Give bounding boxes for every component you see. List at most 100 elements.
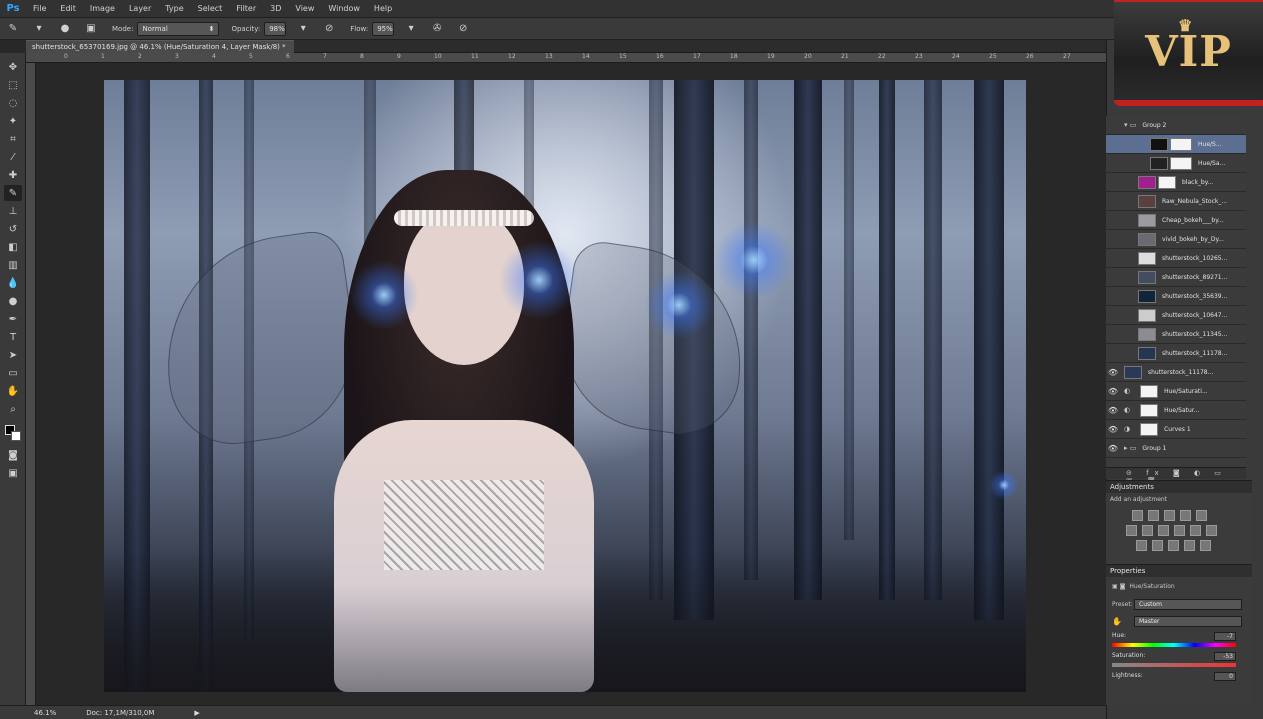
lightness-value[interactable]: 0: [1214, 672, 1236, 681]
document-tab[interactable]: shutterstock_65370169.jpg @ 46.1% (Hue/S…: [26, 40, 294, 64]
channel-mixer-icon[interactable]: [1190, 525, 1201, 536]
menu-type[interactable]: Type: [158, 0, 190, 18]
crop-tool-icon[interactable]: ⌗: [4, 131, 22, 147]
brush-tool-icon[interactable]: ✎: [5, 21, 21, 37]
ruler-mark: 7: [323, 53, 327, 60]
clone-stamp-tool-icon[interactable]: ⊥: [4, 203, 22, 219]
brightness-icon[interactable]: [1132, 510, 1143, 521]
opacity-input[interactable]: 98%: [264, 21, 287, 36]
menu-edit[interactable]: Edit: [53, 0, 83, 18]
brush-size-icon[interactable]: ●: [57, 21, 73, 37]
visibility-toggle[interactable]: 👁: [1106, 368, 1120, 377]
preset-select[interactable]: Custom: [1134, 599, 1242, 610]
move-tool-icon[interactable]: ✥: [4, 59, 22, 75]
hand-icon[interactable]: ✋: [1112, 617, 1134, 626]
saturation-value[interactable]: -53: [1214, 652, 1236, 661]
layer-row[interactable]: ▾ ▭ Group 2: [1106, 116, 1246, 135]
flow-dropdown-icon[interactable]: ▾: [403, 21, 419, 37]
status-arrow-icon[interactable]: ▶: [194, 709, 199, 717]
hue-value[interactable]: -7: [1214, 632, 1236, 641]
background-color-swatch[interactable]: [11, 431, 21, 441]
selective-color-icon[interactable]: [1200, 540, 1211, 551]
layer-name: Hue/Saturati...: [1164, 387, 1208, 395]
eraser-tool-icon[interactable]: ◧: [4, 239, 22, 255]
bw-icon[interactable]: [1158, 525, 1169, 536]
pen-tool-icon[interactable]: ✒: [4, 311, 22, 327]
gradient-map-icon[interactable]: [1184, 540, 1195, 551]
menu-file[interactable]: File: [26, 0, 53, 18]
hue-slider[interactable]: [1112, 643, 1236, 647]
hand-tool-icon[interactable]: ✋: [4, 383, 22, 399]
layer-row[interactable]: Hue/Sa...: [1106, 154, 1246, 173]
marquee-tool-icon[interactable]: ⬚: [4, 77, 22, 93]
document-canvas[interactable]: [104, 80, 1026, 692]
brush-tool-icon-active[interactable]: ✎: [4, 185, 22, 201]
layer-row[interactable]: vivid_bokeh_by_Dy...: [1106, 230, 1246, 249]
brush-preset-icon[interactable]: ▾: [31, 21, 47, 37]
visibility-toggle[interactable]: 👁: [1106, 444, 1120, 453]
channel-select[interactable]: Master: [1134, 616, 1242, 627]
zoom-tool-icon[interactable]: ⌕: [4, 401, 22, 417]
flow-input[interactable]: 95%: [372, 21, 395, 36]
ruler-horizontal: 0 1 2 3 4 5 6 7 8 9 10 11 12 13 14 15 16…: [26, 53, 1106, 63]
layer-row[interactable]: shutterstock_11178...: [1106, 344, 1246, 363]
mode-select[interactable]: Normal ⬍: [137, 21, 220, 36]
curves-adj-icon[interactable]: [1164, 510, 1175, 521]
photo-filter-icon[interactable]: [1174, 525, 1185, 536]
shape-tool-icon[interactable]: ▭: [4, 365, 22, 381]
color-balance-icon[interactable]: [1142, 525, 1153, 536]
menu-3d[interactable]: 3D: [263, 0, 288, 18]
path-select-tool-icon[interactable]: ➤: [4, 347, 22, 363]
layer-row[interactable]: black_by...: [1106, 173, 1246, 192]
layer-row[interactable]: 👁 ◐ Hue/Satur...: [1106, 401, 1246, 420]
healing-tool-icon[interactable]: ✚: [4, 167, 22, 183]
exposure-icon[interactable]: [1180, 510, 1191, 521]
quick-mask-icon[interactable]: ◙: [4, 447, 22, 463]
threshold-icon[interactable]: [1168, 540, 1179, 551]
type-tool-icon[interactable]: T: [4, 329, 22, 345]
layer-row[interactable]: shutterstock_89271...: [1106, 268, 1246, 287]
layer-row[interactable]: shutterstock_35639...: [1106, 287, 1246, 306]
levels-icon[interactable]: [1148, 510, 1159, 521]
layer-row[interactable]: shutterstock_10647...: [1106, 306, 1246, 325]
lasso-tool-icon[interactable]: ◌: [4, 95, 22, 111]
layer-row[interactable]: 👁 ◑ Curves 1: [1106, 420, 1246, 439]
layer-row[interactable]: Raw_Nebula_Stock_...: [1106, 192, 1246, 211]
blur-tool-icon[interactable]: 💧: [4, 275, 22, 291]
menu-image[interactable]: Image: [83, 0, 122, 18]
vibrance-icon[interactable]: [1196, 510, 1207, 521]
visibility-toggle[interactable]: 👁: [1106, 406, 1120, 415]
menu-window[interactable]: Window: [321, 0, 367, 18]
layer-row[interactable]: 👁 ◐ Hue/Saturati...: [1106, 382, 1246, 401]
layer-row[interactable]: 👁 shutterstock_11178...: [1106, 363, 1246, 382]
screen-mode-icon[interactable]: ▣: [4, 465, 22, 481]
layer-row[interactable]: shutterstock_10265...: [1106, 249, 1246, 268]
layer-row[interactable]: shutterstock_11345...: [1106, 325, 1246, 344]
saturation-slider[interactable]: [1112, 663, 1236, 667]
history-brush-tool-icon[interactable]: ↺: [4, 221, 22, 237]
visibility-toggle[interactable]: 👁: [1106, 387, 1120, 396]
menu-filter[interactable]: Filter: [229, 0, 263, 18]
pressure-size-icon[interactable]: ⊘: [455, 21, 471, 37]
menu-select[interactable]: Select: [191, 0, 230, 18]
quick-select-tool-icon[interactable]: ✦: [4, 113, 22, 129]
visibility-toggle[interactable]: 👁: [1106, 425, 1120, 434]
pressure-opacity-icon[interactable]: ⊘: [321, 21, 337, 37]
menu-layer[interactable]: Layer: [122, 0, 158, 18]
dodge-tool-icon[interactable]: ●: [4, 293, 22, 309]
menu-help[interactable]: Help: [367, 0, 399, 18]
gradient-tool-icon[interactable]: ▥: [4, 257, 22, 273]
layer-row-selected[interactable]: Hue/S...: [1106, 135, 1246, 154]
eyedropper-tool-icon[interactable]: ⁄: [4, 149, 22, 165]
layer-row[interactable]: Cheap_bokeh___by...: [1106, 211, 1246, 230]
brush-panel-icon[interactable]: ▣: [83, 21, 99, 37]
zoom-level[interactable]: 46.1%: [34, 709, 56, 717]
invert-icon[interactable]: [1136, 540, 1147, 551]
layer-row[interactable]: 👁 ▸ ▭ Group 1: [1106, 439, 1246, 458]
posterize-icon[interactable]: [1152, 540, 1163, 551]
airbrush-icon[interactable]: ✇: [429, 21, 445, 37]
hue-sat-icon[interactable]: [1126, 525, 1137, 536]
opacity-dropdown-icon[interactable]: ▾: [295, 21, 311, 37]
menu-view[interactable]: View: [288, 0, 321, 18]
color-lookup-icon[interactable]: [1206, 525, 1217, 536]
